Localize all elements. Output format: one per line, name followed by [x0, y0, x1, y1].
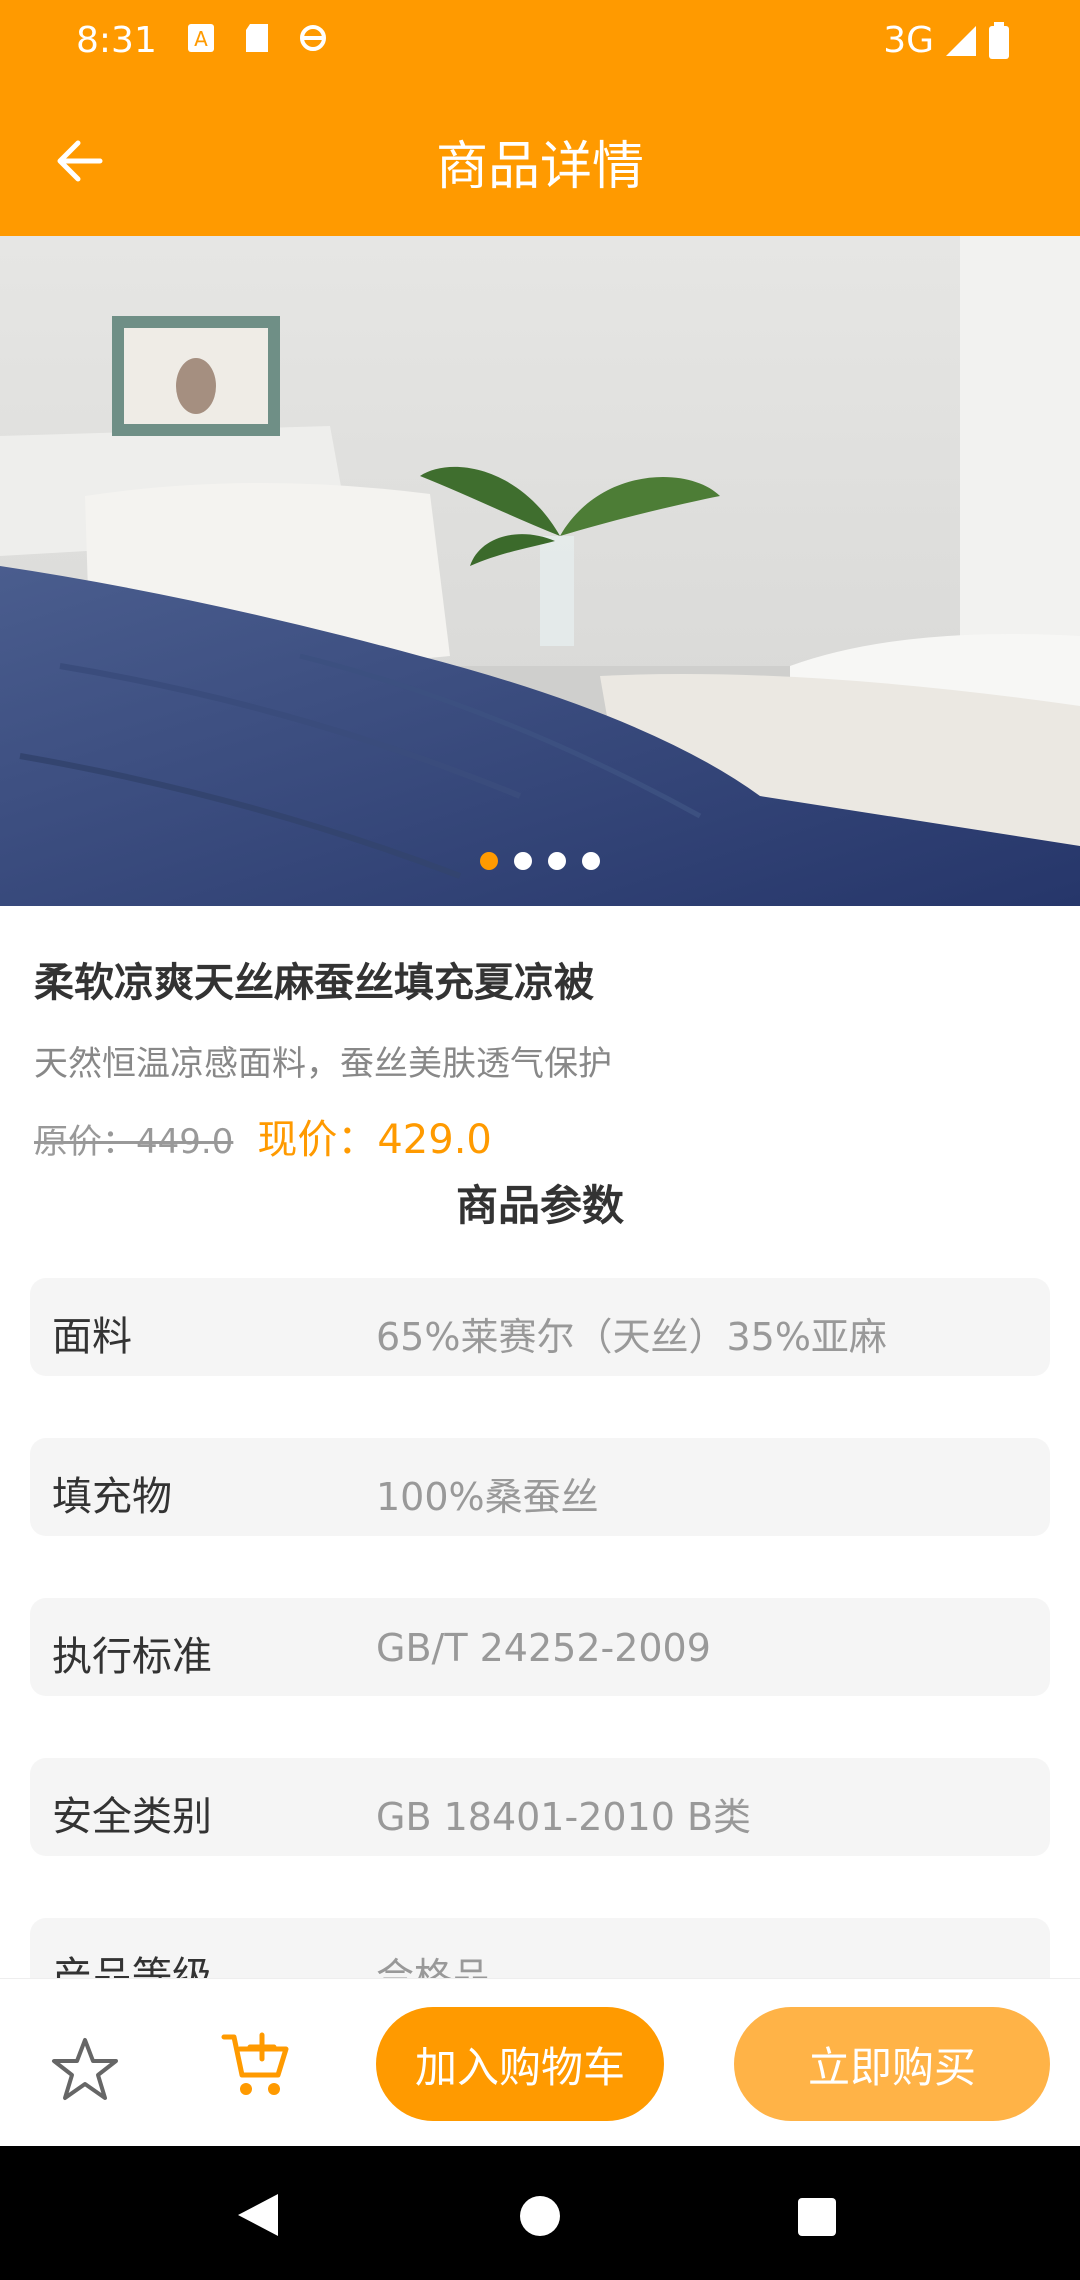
carousel-indicator	[0, 852, 1080, 870]
add-to-cart-button[interactable]: 加入购物车	[376, 2007, 664, 2121]
bottom-action-bar: 加入购物车 立即购买	[0, 1978, 1080, 2147]
status-time: 8:31	[76, 20, 157, 61]
carousel-dot	[514, 852, 532, 870]
price-row: 原价：449.0 现价：429.0	[34, 1107, 1046, 1165]
signal-icon	[946, 25, 976, 56]
param-row: 安全类别 GB 18401-2010 B类	[30, 1758, 1050, 1856]
buy-now-button[interactable]: 立即购买	[734, 2007, 1050, 2121]
product-image	[0, 236, 1080, 906]
param-value: 65%莱赛尔（天丝）35%亚麻	[376, 1315, 887, 1359]
param-key: 执行标准	[52, 1634, 212, 1680]
battery-icon	[989, 21, 1009, 59]
param-value: GB/T 24252-2009	[376, 1626, 711, 1670]
product-subtitle: 天然恒温凉感面料，蚕丝美肤透气保护	[34, 1044, 612, 1084]
network-type: 3G	[883, 20, 934, 61]
nav-home-icon[interactable]	[520, 2196, 560, 2236]
carousel-dot-active	[480, 852, 498, 870]
param-row: 面料 65%莱赛尔（天丝）35%亚麻	[30, 1278, 1050, 1376]
product-info: 柔软凉爽天丝麻蚕丝填充夏凉被 天然恒温凉感面料，蚕丝美肤透气保护 原价：449.…	[34, 950, 1046, 1165]
product-image-carousel[interactable]	[0, 236, 1080, 906]
svg-text:A: A	[194, 27, 208, 51]
current-price: 现价：429.0	[257, 1117, 492, 1163]
carousel-dot	[548, 852, 566, 870]
app-bar: 商品详情	[0, 86, 1080, 236]
carousel-dot	[582, 852, 600, 870]
status-bar: 8:31 A 3G	[0, 0, 1080, 86]
system-nav-bar	[0, 2146, 1080, 2280]
param-key: 面料	[52, 1314, 132, 1360]
nav-back-icon[interactable]	[234, 2190, 280, 2240]
nav-recents-icon[interactable]	[798, 2198, 836, 2236]
original-price: 原价：449.0	[34, 1122, 234, 1162]
product-title: 柔软凉爽天丝麻蚕丝填充夏凉被	[34, 960, 594, 1006]
text-notification-icon: A	[188, 24, 214, 52]
notification-icons: A	[186, 22, 328, 54]
param-row: 填充物 100%桑蚕丝	[30, 1438, 1050, 1536]
param-row: 执行标准 GB/T 24252-2009	[30, 1598, 1050, 1696]
param-key: 填充物	[52, 1474, 172, 1520]
sd-card-icon	[246, 24, 268, 52]
system-icons: 3G	[883, 20, 1010, 61]
star-icon[interactable]	[50, 2034, 120, 2104]
param-key: 安全类别	[52, 1794, 212, 1840]
page-title: 商品详情	[435, 137, 644, 197]
params-heading: 商品参数	[455, 1181, 624, 1230]
param-value: GB 18401-2010 B类	[376, 1795, 752, 1839]
sync-icon	[300, 25, 326, 51]
add-to-cart-icon[interactable]	[220, 2029, 292, 2101]
param-value: 100%桑蚕丝	[376, 1475, 599, 1519]
